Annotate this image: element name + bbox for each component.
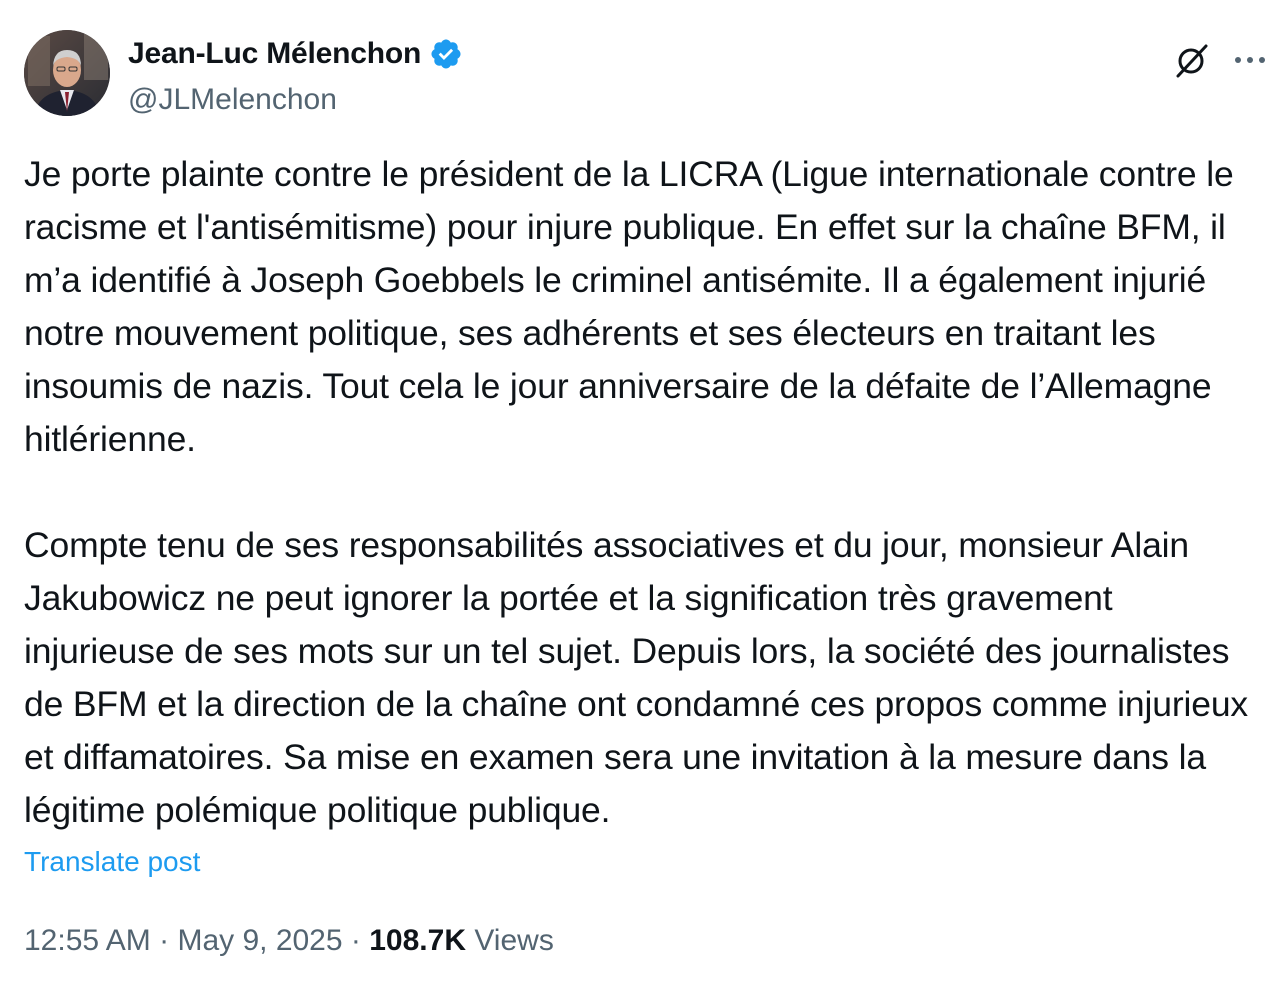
more-options-button[interactable] [1228,38,1272,82]
author-handle[interactable]: @JLMelenchon [128,80,463,120]
avatar-image [24,30,110,116]
verified-badge-icon[interactable] [429,37,463,71]
tweet-body: Je porte plainte contre le président de … [24,148,1264,837]
tweet-card: Jean-Luc Mélenchon @JLMelenchon Je porte… [0,0,1284,998]
tweet-time[interactable]: 12:55 AM [24,924,151,957]
tweet-paragraph: Compte tenu de ses responsabilités assoc… [24,525,1249,830]
tweet-header: Jean-Luc Mélenchon @JLMelenchon [24,30,1265,120]
more-horizontal-icon [1235,57,1265,63]
display-name-row: Jean-Luc Mélenchon [128,34,463,74]
tweet-paragraph: Je porte plainte contre le président de … [24,154,1234,459]
tweet-metadata: 12:55 AM · May 9, 2025 · 108.7K Views [24,920,554,962]
author-display-name[interactable]: Jean-Luc Mélenchon [128,37,421,71]
author-names: Jean-Luc Mélenchon @JLMelenchon [128,34,463,120]
views-count: 108.7K [369,924,466,957]
tweet-date[interactable]: May 9, 2025 [177,924,342,957]
meta-separator: · [350,924,361,957]
avatar[interactable] [24,30,110,116]
grok-icon [1176,44,1208,78]
views-label: Views [474,924,554,957]
meta-separator: · [159,924,170,957]
grok-button[interactable] [1170,38,1214,82]
translate-post-link[interactable]: Translate post [24,842,200,882]
